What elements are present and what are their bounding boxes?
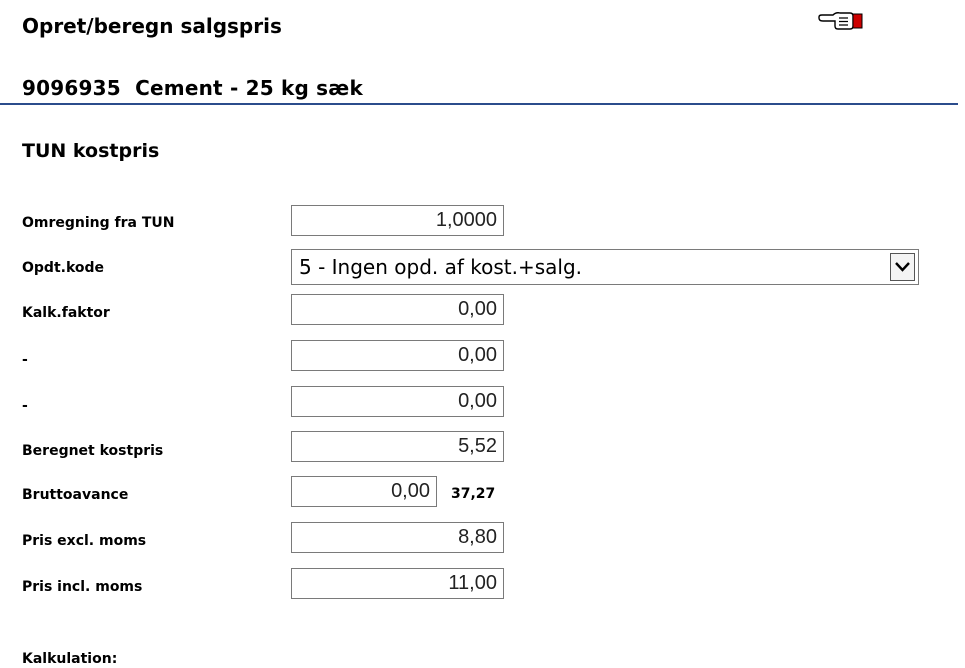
pris-incl-moms-label: Pris incl. moms	[22, 579, 143, 595]
omregning-input[interactable]	[291, 205, 504, 236]
kalkulation-label: Kalkulation:	[22, 651, 118, 667]
extra-2-label: -	[22, 398, 28, 414]
section-title: TUN kostpris	[22, 140, 160, 162]
bruttoavance-label: Bruttoavance	[22, 487, 129, 503]
opdt-kode-select[interactable]: 5 - Ingen opd. af kost.+salg.	[291, 249, 919, 285]
opdt-kode-value: 5 - Ingen opd. af kost.+salg.	[299, 255, 583, 279]
pris-excl-moms-input[interactable]	[291, 522, 504, 553]
pris-excl-moms-label: Pris excl. moms	[22, 533, 147, 549]
item-title: 9096935 Cement - 25 kg sæk	[22, 76, 363, 100]
beregnet-kostpris-input[interactable]	[291, 431, 504, 462]
opdt-kode-label: Opdt.kode	[22, 260, 105, 276]
kalk-faktor-label: Kalk.faktor	[22, 305, 110, 321]
beregnet-kostpris-label: Beregnet kostpris	[22, 443, 164, 459]
page-title: Opret/beregn salgspris	[22, 14, 282, 38]
pris-incl-moms-input[interactable]	[291, 568, 504, 599]
bruttoavance-input[interactable]	[291, 476, 437, 507]
item-name: Cement - 25 kg sæk	[135, 76, 363, 100]
kalk-faktor-input[interactable]	[291, 294, 504, 325]
item-number: 9096935	[22, 76, 121, 100]
extra-1-label: -	[22, 352, 28, 368]
pointing-hand-icon[interactable]	[817, 10, 865, 32]
title-divider	[0, 103, 958, 105]
bruttoavance-computed: 37,27	[451, 486, 496, 502]
chevron-down-icon[interactable]	[890, 253, 915, 281]
omregning-label: Omregning fra TUN	[22, 215, 175, 231]
extra-1-input[interactable]	[291, 340, 504, 371]
extra-2-input[interactable]	[291, 386, 504, 417]
